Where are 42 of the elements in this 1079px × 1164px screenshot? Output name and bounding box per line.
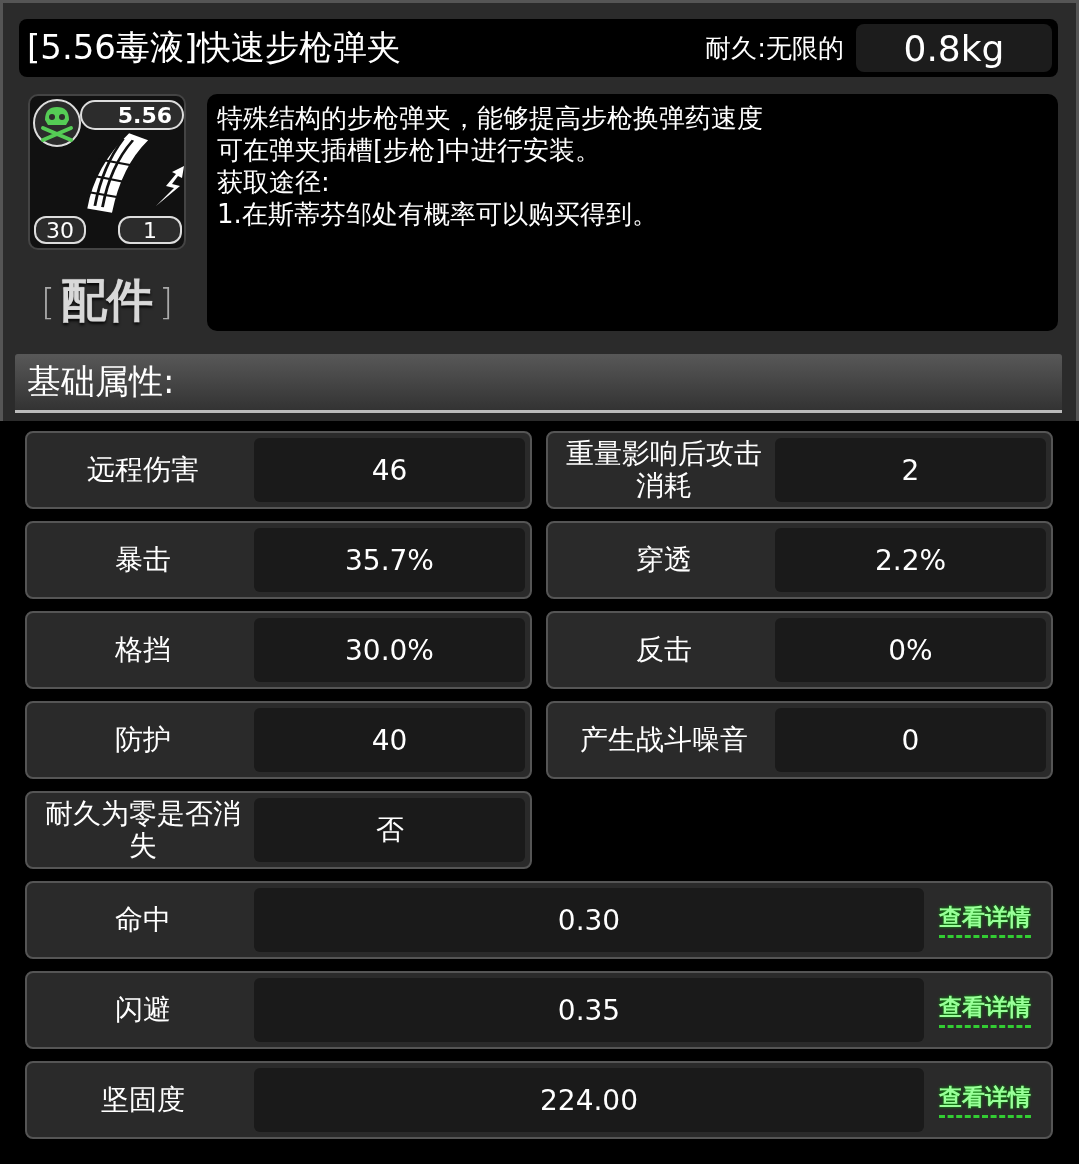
stat-value: 40 bbox=[254, 708, 525, 772]
stat-label: 闪避 bbox=[114, 992, 172, 1028]
stat-value: 2.2% bbox=[775, 528, 1046, 592]
stat-label: 远程伤害 bbox=[86, 452, 200, 488]
description-line: 1.在斯蒂芬邹处有概率可以购买得到。 bbox=[217, 198, 659, 230]
stat-label: 命中 bbox=[114, 902, 172, 938]
count-badge: 30 bbox=[34, 216, 86, 244]
description-line: 获取途径: bbox=[217, 166, 331, 198]
stat-label: 防护 bbox=[114, 722, 172, 758]
stat-value: 46 bbox=[254, 438, 525, 502]
bracket-text: [ bbox=[40, 280, 55, 322]
stat-label: 坚固度 bbox=[100, 1082, 186, 1118]
details-link[interactable]: 查看详情 bbox=[939, 992, 1031, 1028]
section-title: 基础属性: bbox=[27, 360, 175, 403]
stat-label: 反击 bbox=[635, 632, 693, 668]
details-link[interactable]: 查看详情 bbox=[939, 1082, 1031, 1118]
stat-label: 穿透 bbox=[635, 542, 693, 578]
stat-value: 30.0% bbox=[254, 618, 525, 682]
category-label: 配件 bbox=[61, 272, 153, 329]
stat-value: 2 bbox=[775, 438, 1046, 502]
stat-value: 0 bbox=[775, 708, 1046, 772]
caliber-badge: 5.56 bbox=[80, 100, 184, 130]
stat-value: 224.00 bbox=[254, 1068, 924, 1132]
bracket-text: ] bbox=[159, 280, 174, 322]
item-title: [5.56毒液]快速步枪弹夹 bbox=[27, 26, 403, 69]
count-badge: 1 bbox=[118, 216, 182, 244]
stat-label: 重量影响后攻击消耗 bbox=[565, 438, 763, 502]
stat-label: 耐久为零是否消失 bbox=[44, 798, 242, 862]
stat-value: 0.30 bbox=[254, 888, 924, 952]
details-link[interactable]: 查看详情 bbox=[939, 902, 1031, 938]
description-line: 特殊结构的步枪弹夹，能够提高步枪换弹药速度 bbox=[217, 102, 764, 134]
stat-label: 暴击 bbox=[114, 542, 172, 578]
stat-value: 否 bbox=[254, 798, 525, 862]
weight-value: 0.8kg bbox=[856, 24, 1052, 72]
description-line: 可在弹夹插槽[步枪]中进行安装。 bbox=[217, 134, 603, 166]
stat-value: 35.7% bbox=[254, 528, 525, 592]
stat-value: 0.35 bbox=[254, 978, 924, 1042]
stat-label: 格挡 bbox=[114, 632, 172, 668]
stat-label: 产生战斗噪音 bbox=[579, 722, 749, 758]
stat-value: 0% bbox=[775, 618, 1046, 682]
durability-text: 耐久:无限的 bbox=[705, 31, 844, 65]
skull-icon bbox=[32, 98, 82, 148]
